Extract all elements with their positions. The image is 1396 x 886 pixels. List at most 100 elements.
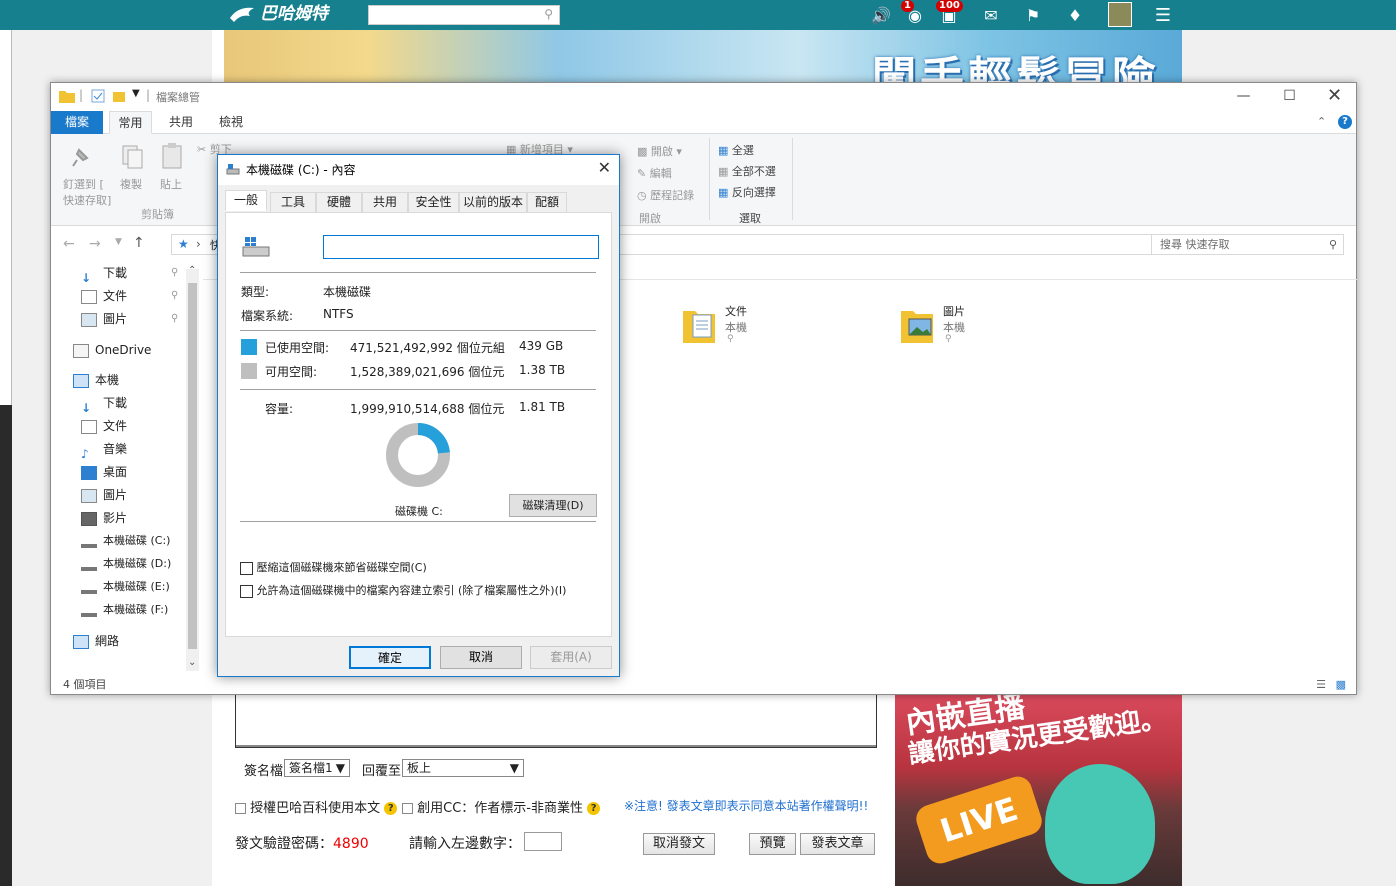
nav-item-drive-c[interactable]: 本機磁碟 (C:) (81, 530, 170, 552)
tag-icon[interactable]: ♦ (1058, 0, 1092, 30)
help-icon[interactable]: ? (587, 802, 601, 815)
tab-file[interactable]: 檔案 (51, 111, 103, 134)
cancel-post-button[interactable]: 取消發文 (643, 833, 715, 855)
nav-item-onedrive[interactable]: OneDrive (73, 339, 151, 361)
license2-row[interactable]: 創用CC：作者標示-非商業性 ? (402, 797, 601, 816)
live-stream-ad[interactable]: 內嵌直播 讓你的實況更受歡迎。 LIVE (895, 694, 1182, 886)
pin-icon[interactable]: ⚲ (171, 308, 178, 330)
site-logo[interactable]: 巴哈姆特 (228, 2, 348, 26)
cancel-button[interactable]: 取消 (440, 646, 522, 669)
dialog-close-button[interactable]: ✕ (598, 158, 611, 177)
close-button[interactable]: ✕ (1312, 83, 1357, 111)
item-pictures-name[interactable]: 圖片 (943, 303, 965, 319)
history-button[interactable]: ◷ 歷程記錄 (637, 187, 694, 203)
feed-icon[interactable]: ◉ 1 (898, 0, 932, 30)
tab-previous-versions[interactable]: 以前的版本 (459, 192, 527, 212)
submit-post-button[interactable]: 發表文章 (800, 833, 875, 855)
nav-item-pc-documents[interactable]: 文件 (81, 415, 127, 437)
nav-item-videos[interactable]: 影片 (81, 507, 127, 529)
drive-name-input[interactable] (323, 235, 599, 259)
ok-button[interactable]: 確定 (349, 646, 431, 669)
search-icon[interactable]: ⚲ (544, 7, 553, 21)
details-view-icon[interactable]: ☰ (1316, 675, 1326, 695)
preview-button[interactable]: 預覽 (749, 833, 796, 855)
explorer-titlebar[interactable]: | ▼ | 檔案總管 — ☐ ✕ (51, 83, 1356, 111)
nav-item-downloads[interactable]: ↓ 下載 ⚲ (81, 262, 178, 285)
chat-icon[interactable]: ▣ 100 (932, 0, 966, 30)
maximize-button[interactable]: ☐ (1267, 83, 1312, 111)
tab-share[interactable]: 共用 (159, 111, 203, 134)
scroll-up-icon[interactable]: ⌃ (188, 265, 196, 276)
site-banner[interactable]: 闖手輕鬆冒險 (224, 30, 1182, 82)
nav-item-drive-f[interactable]: 本機磁碟 (F:) (81, 599, 168, 621)
flag-icon[interactable]: ⚑ (1016, 0, 1050, 30)
index-checkbox[interactable] (240, 584, 253, 598)
disk-cleanup-button[interactable]: 磁碟清理(D) (509, 494, 597, 517)
paste-button[interactable]: 貼上 (160, 176, 182, 192)
speaker-icon[interactable]: 🔊 (864, 0, 898, 30)
captcha-input[interactable] (524, 832, 562, 851)
nav-item-drive-d[interactable]: 本機磁碟 (D:) (81, 553, 171, 575)
compress-row[interactable]: 壓縮這個磁碟機來節省磁碟空間(C) (240, 559, 427, 575)
mail-icon[interactable]: ✉ (974, 0, 1008, 30)
post-textarea[interactable] (235, 694, 877, 748)
nav-item-music[interactable]: ♪ 音樂 (81, 438, 127, 461)
index-row[interactable]: 允許為這個磁碟機中的檔案內容建立索引 (除了檔案屬性之外)(I) (240, 582, 566, 598)
site-search-input[interactable]: ⚲ (368, 5, 560, 25)
ribbon-separator (792, 138, 793, 220)
quick-access-star-icon: ★ (178, 237, 189, 251)
nav-item-this-pc[interactable]: 本機 (73, 369, 119, 391)
help-icon[interactable]: ? (384, 802, 398, 815)
select-none-button[interactable]: ▦ 全部不選 (718, 163, 776, 179)
nav-item-documents[interactable]: 文件 ⚲ (81, 285, 178, 307)
tab-security[interactable]: 安全性 (408, 192, 459, 212)
nav-item-desktop[interactable]: 桌面 (81, 461, 127, 483)
license1-row[interactable]: 授權巴哈百科使用本文 ? (235, 797, 398, 816)
pin-icon[interactable]: ⚲ (171, 262, 178, 284)
tab-home[interactable]: 常用 (109, 111, 152, 134)
invert-selection-button[interactable]: ▦ 反向選擇 (718, 184, 776, 200)
item-documents-name[interactable]: 文件 (725, 303, 747, 319)
reply-select[interactable]: 板上 ▼ (402, 759, 524, 777)
pin-icon[interactable]: ⚲ (171, 285, 178, 307)
tab-tools[interactable]: 工具 (270, 192, 316, 212)
pin-quick-access-button[interactable]: 釘選到 [快速存取] (63, 176, 111, 208)
license1-checkbox[interactable] (235, 803, 246, 814)
forward-icon[interactable]: → (89, 236, 101, 252)
back-icon[interactable]: ← (63, 236, 75, 252)
menu-icon[interactable]: ☰ (1146, 0, 1180, 30)
select-group-label: 選取 (739, 212, 761, 225)
minimize-button[interactable]: — (1221, 83, 1266, 111)
tab-view[interactable]: 檢視 (209, 111, 253, 134)
nav-scrollbar-thumb[interactable] (188, 283, 197, 649)
copyright-notice-link[interactable]: ※注意! 發表文章即表示同意本站著作權聲明!! (624, 797, 868, 814)
qat-dropdown-icon[interactable]: ▼ (132, 88, 140, 99)
apply-button[interactable]: 套用(A) (530, 646, 612, 669)
nav-item-pictures[interactable]: 圖片 ⚲ (81, 308, 178, 330)
explorer-search-input[interactable]: 搜尋 快速存取 ⚲ (1151, 234, 1344, 255)
scroll-down-icon[interactable]: ⌄ (188, 657, 196, 668)
tab-sharing[interactable]: 共用 (362, 192, 408, 212)
recent-dropdown-icon[interactable]: ▼ (115, 237, 122, 247)
tab-quota[interactable]: 配額 (527, 192, 567, 212)
nav-item-drive-e[interactable]: 本機磁碟 (E:) (81, 576, 170, 598)
license2-checkbox[interactable] (402, 803, 413, 814)
nav-item-pc-pictures[interactable]: 圖片 (81, 484, 127, 506)
edit-button[interactable]: ✎ 編輯 (637, 165, 672, 181)
open-button[interactable]: ▩ 開啟 ▾ (637, 143, 682, 159)
ribbon-collapse-icon[interactable]: ⌃ (1317, 115, 1326, 128)
large-icons-view-icon[interactable]: ▩ (1336, 675, 1346, 695)
tab-hardware[interactable]: 硬體 (316, 192, 362, 212)
search-icon[interactable]: ⚲ (1329, 235, 1337, 254)
tab-general[interactable]: 一般 (225, 190, 267, 211)
help-icon[interactable]: ? (1338, 115, 1352, 129)
copy-button[interactable]: 複製 (120, 176, 142, 192)
select-all-button[interactable]: ▦ 全選 (718, 142, 754, 158)
nav-item-pc-downloads[interactable]: ↓ 下載 (81, 392, 127, 415)
signature-select[interactable]: 簽名檔1 ▼ (284, 759, 350, 777)
up-icon[interactable]: ↑ (133, 235, 145, 251)
drive-icon (81, 580, 97, 594)
nav-item-network[interactable]: 網路 (73, 630, 119, 652)
user-avatar[interactable] (1108, 2, 1132, 27)
compress-checkbox[interactable] (240, 561, 253, 575)
